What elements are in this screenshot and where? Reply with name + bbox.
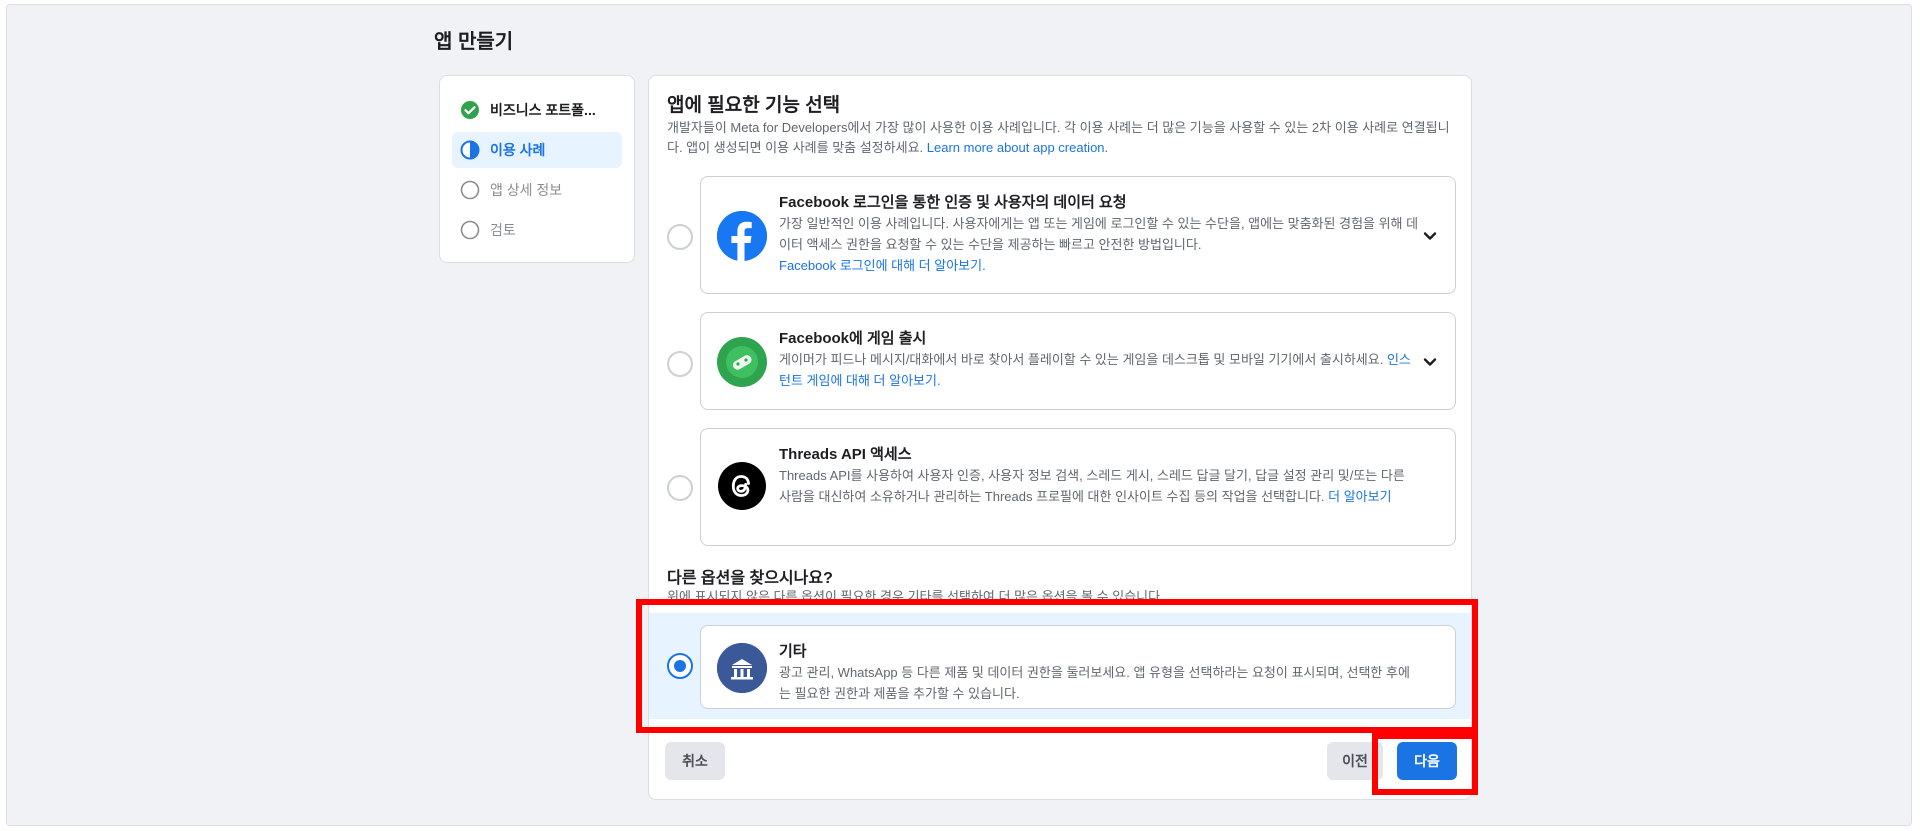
radio-threads-api[interactable] (667, 475, 693, 501)
option-facebook-games[interactable]: Facebook에 게임 출시 게이머가 피드나 메시지/대화에서 바로 찾아서… (700, 312, 1456, 410)
radio-other[interactable] (667, 653, 693, 679)
create-app-stepper: 비즈니스 포트폴... 이용 사례 앱 상세 정보 검토 (439, 75, 635, 263)
screen-frame: 앱 만들기 비즈니스 포트폴... 이용 사례 앱 상세 정보 검토 앱에 필요… (6, 4, 1912, 826)
threads-logo-icon (717, 461, 767, 511)
radio-facebook-login[interactable] (667, 224, 693, 250)
game-controller-icon (717, 337, 767, 387)
step-label: 앱 상세 정보 (490, 182, 563, 198)
other-options-heading: 다른 옵션을 찾으시나요? (667, 570, 833, 587)
page-title: 앱 만들기 (434, 31, 514, 53)
option-title: Threads API 액세스 (779, 446, 912, 463)
option-facebook-login[interactable]: Facebook 로그인을 통한 인증 및 사용자의 데이터 요청 가장 일반적… (700, 176, 1456, 294)
check-circle-icon (460, 100, 480, 120)
chevron-down-icon[interactable] (1421, 353, 1439, 371)
option-description-text: 게이머가 피드나 메시지/대화에서 바로 찾아서 플레이할 수 있는 게임을 데… (779, 352, 1387, 367)
half-circle-icon (460, 140, 480, 160)
radio-facebook-games[interactable] (667, 351, 693, 377)
step-use-cases[interactable]: 이용 사례 (452, 132, 622, 168)
step-label: 비즈니스 포트폴... (490, 102, 596, 118)
threads-learn-more-link[interactable]: 더 알아보기 (1328, 489, 1391, 504)
option-title: Facebook에 게임 출시 (779, 330, 927, 347)
chevron-down-icon[interactable] (1421, 227, 1439, 245)
step-app-details[interactable]: 앱 상세 정보 (452, 172, 622, 208)
facebook-login-learn-more-link[interactable]: Facebook 로그인에 대해 더 알아보기. (779, 258, 986, 273)
panel-description: 개발자들이 Meta for Developers에서 가장 많이 사용한 이용… (667, 118, 1457, 158)
option-description: 가장 일반적인 이용 사례입니다. 사용자에게는 앱 또는 게임에 로그인할 수… (779, 213, 1419, 276)
option-description-text: Threads API를 사용하여 사용자 인증, 사용자 정보 검색, 스레드… (779, 468, 1405, 504)
panel-heading: 앱에 필요한 기능 선택 (667, 95, 841, 116)
learn-more-link[interactable]: Learn more about app creation. (927, 140, 1108, 155)
option-threads-api[interactable]: Threads API 액세스 Threads API를 사용하여 사용자 인증… (700, 428, 1456, 546)
option-title: Facebook 로그인을 통한 인증 및 사용자의 데이터 요청 (779, 194, 1127, 211)
next-button[interactable]: 다음 (1397, 742, 1457, 780)
building-icon (717, 643, 767, 693)
option-description: 게이머가 피드나 메시지/대화에서 바로 찾아서 플레이할 수 있는 게임을 데… (779, 349, 1419, 391)
step-label: 이용 사례 (490, 142, 546, 158)
other-options-description: 위에 표시되지 않은 다른 옵션이 필요한 경우 기타를 선택하여 더 많은 옵… (667, 589, 1164, 604)
empty-circle-icon (460, 180, 480, 200)
option-title: 기타 (779, 643, 807, 660)
option-description-text: 가장 일반적인 이용 사례입니다. 사용자에게는 앱 또는 게임에 로그인할 수… (779, 216, 1419, 252)
previous-button[interactable]: 이전 (1327, 742, 1383, 780)
empty-circle-icon (460, 220, 480, 240)
use-case-panel: 앱에 필요한 기능 선택 개발자들이 Meta for Developers에서… (648, 75, 1472, 800)
option-description: Threads API를 사용하여 사용자 인증, 사용자 정보 검색, 스레드… (779, 465, 1419, 507)
step-label: 검토 (490, 222, 516, 238)
option-other[interactable]: 기타 광고 관리, WhatsApp 등 다른 제품 및 데이터 권한을 둘러보… (700, 625, 1456, 709)
cancel-button[interactable]: 취소 (665, 742, 725, 780)
step-business-portfolio[interactable]: 비즈니스 포트폴... (452, 92, 622, 128)
option-description: 광고 관리, WhatsApp 등 다른 제품 및 데이터 권한을 둘러보세요.… (779, 665, 1410, 701)
step-review[interactable]: 검토 (452, 212, 622, 248)
facebook-logo-icon (717, 211, 767, 261)
